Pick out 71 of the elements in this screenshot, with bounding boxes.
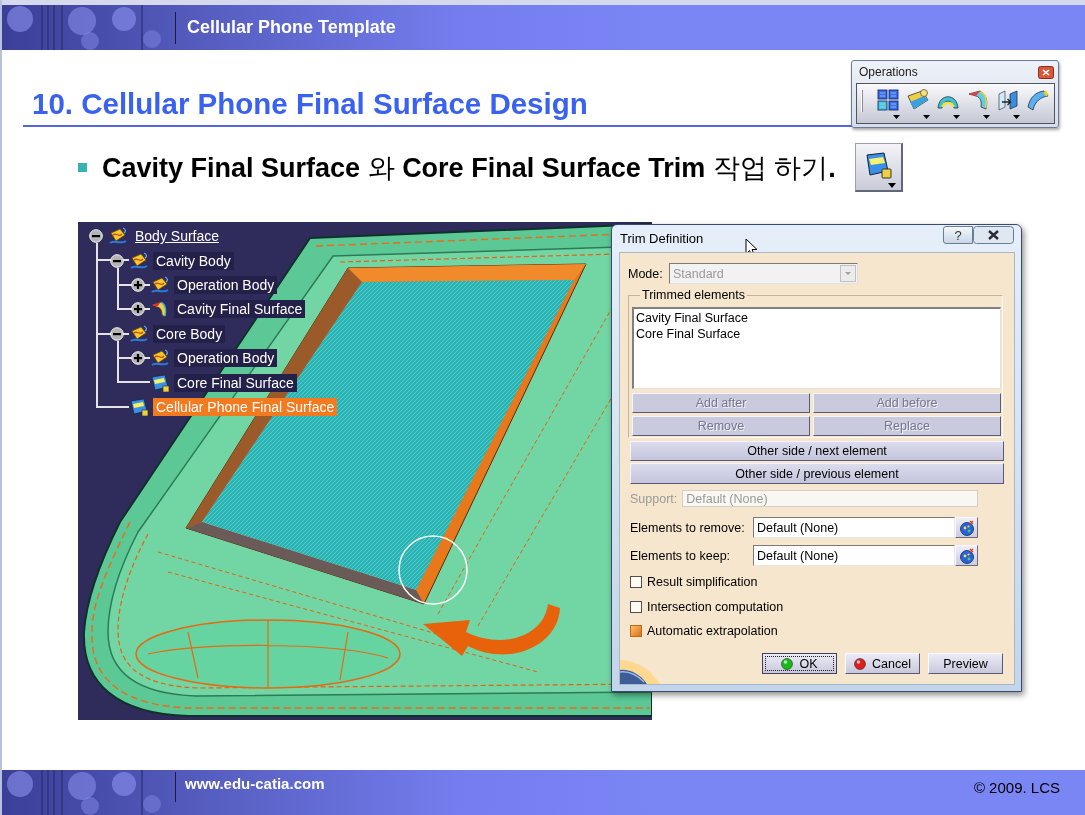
picker-button[interactable] <box>955 517 978 538</box>
collapse-icon[interactable] <box>89 229 103 244</box>
bent-sheet-icon[interactable] <box>966 88 990 112</box>
dialog-button[interactable]: Cancel <box>845 653 920 674</box>
dropdown-arrow-icon[interactable] <box>952 115 960 119</box>
curved-sheet-icon[interactable] <box>1026 88 1050 112</box>
checkbox[interactable] <box>630 576 642 588</box>
expand-icon[interactable] <box>131 302 145 317</box>
bullet-text: Cavity Final Surface 와 Core Final Surface Trim 작업 하기. <box>102 151 837 185</box>
checkbox-label: Automatic extrapolation <box>647 624 778 638</box>
header-title: Cellular Phone Template <box>187 17 396 38</box>
body-icon <box>150 274 170 295</box>
collapse-icon[interactable] <box>110 326 124 341</box>
body-icon <box>129 250 149 271</box>
dropdown-arrow-icon[interactable] <box>1012 115 1020 119</box>
website-url: www.edu-catia.com <box>185 775 325 792</box>
help-button[interactable]: ? <box>943 226 973 244</box>
selection-field[interactable]: Default (None) <box>753 517 955 538</box>
dialog-title: Trim Definition <box>620 231 704 246</box>
collapse-icon[interactable] <box>110 253 124 268</box>
checkbox-label: Result simplification <box>647 575 758 589</box>
field-label: Mode: <box>628 266 664 281</box>
trim-tool-button[interactable] <box>855 143 903 192</box>
tree-item[interactable]: Operation Body <box>174 275 278 294</box>
tree-item[interactable]: Core Body <box>153 324 226 343</box>
tree-item[interactable]: Core Final Surface <box>174 373 297 392</box>
checkbox-label: Intersection computation <box>647 600 784 614</box>
copyright-text: © 2009. LCS <box>973 779 1060 796</box>
close-icon[interactable] <box>1038 66 1054 79</box>
globe-icon <box>958 547 975 564</box>
other-side-button[interactable]: Other side / previous element <box>630 463 1004 484</box>
field-label: Elements to remove: <box>630 520 746 535</box>
dialog-button[interactable]: Preview <box>928 653 1003 674</box>
group-label: Trimmed elements <box>640 288 748 302</box>
dropdown-arrow-icon[interactable] <box>892 115 900 119</box>
highlight-ring <box>398 535 468 605</box>
dialog-button[interactable]: OK <box>762 653 837 674</box>
dropdown-arrow-icon[interactable] <box>982 115 990 119</box>
planes-arrow-icon[interactable] <box>996 88 1020 112</box>
tree-item[interactable]: Cavity Final Surface <box>174 300 306 319</box>
body-icon <box>129 323 149 344</box>
tree-item[interactable]: Cavity Body <box>153 251 234 270</box>
other-side-button[interactable]: Other side / next element <box>630 441 1004 461</box>
field-label: Elements to keep: <box>630 548 732 563</box>
sheet-icon <box>863 150 894 181</box>
ball-icon <box>781 657 794 670</box>
toolbar-title: Operations <box>859 65 918 79</box>
sheet-icon <box>150 372 170 393</box>
checkbox[interactable] <box>630 625 642 637</box>
tree-item[interactable]: Operation Body <box>174 349 278 368</box>
dropdown-arrow-icon[interactable] <box>922 115 930 119</box>
ball-icon <box>854 657 867 670</box>
expand-icon[interactable] <box>131 277 145 292</box>
expand-icon[interactable] <box>131 351 145 366</box>
list-item[interactable]: Cavity Final Surface <box>636 310 998 326</box>
field-label: Support: <box>630 491 678 506</box>
list-item[interactable]: Core Final Surface <box>636 326 998 342</box>
sheet-icon <box>129 396 149 417</box>
globe-icon <box>958 519 975 536</box>
trimmed-elements-list[interactable]: Cavity Final Surface Core Final Surface <box>632 307 1001 389</box>
tree-item[interactable]: Body Surface <box>132 227 223 246</box>
dropdown-arrow-icon[interactable] <box>887 182 896 188</box>
surface-patch-icon[interactable] <box>906 88 930 112</box>
curved-arrow-icon <box>423 604 560 656</box>
picker-button[interactable] <box>955 545 978 566</box>
checkbox[interactable] <box>630 601 642 613</box>
selection-field[interactable]: Default (None) <box>753 545 955 566</box>
grid-squares-icon[interactable] <box>876 88 900 112</box>
bullet-icon <box>78 163 87 172</box>
close-icon[interactable] <box>973 226 1014 244</box>
globe-glow-icon <box>620 658 660 684</box>
